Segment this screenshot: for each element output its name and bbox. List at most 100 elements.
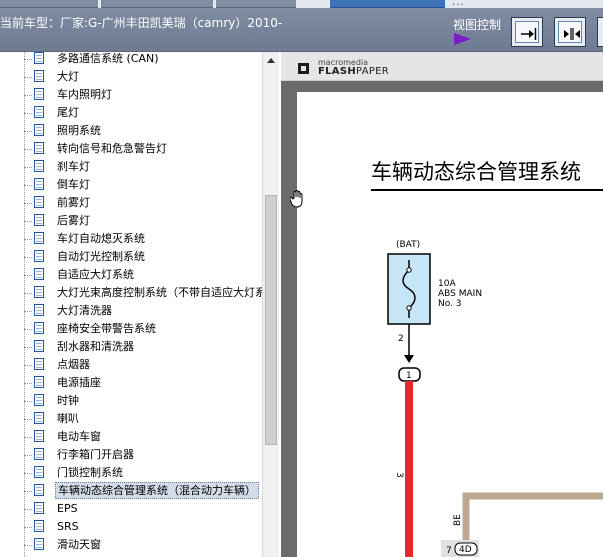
tree-connector-line [24, 311, 32, 312]
fuse-name: ABS MAIN [438, 289, 482, 299]
more-view-button[interactable] [597, 17, 603, 47]
tree-item[interactable]: 自适应大灯系统 [24, 266, 274, 284]
tree-item-selected[interactable]: 车辆动态综合管理系统（混合动力车辆） [24, 482, 274, 500]
tree-item-label: 照明系统 [57, 124, 101, 137]
tree-item[interactable]: 滑动天窗 [24, 536, 274, 554]
tree-item[interactable]: 喇叭 [24, 410, 274, 428]
tree-item-label: 滑动天窗 [57, 538, 101, 551]
brand-paper: PAPER [356, 66, 390, 77]
tree-item[interactable]: EPS [24, 500, 274, 518]
bottom-pin-label: 7 [446, 546, 452, 556]
tree-item[interactable]: SRS [24, 518, 274, 536]
tree-connector-line [24, 383, 32, 384]
document-icon [34, 232, 44, 244]
tree-item[interactable]: 多路通信系统 (CAN) [24, 52, 274, 68]
document-icon [34, 142, 44, 154]
top-tab-2[interactable] [101, 0, 213, 8]
document-icon [34, 448, 44, 460]
document-icon [34, 160, 44, 172]
tree-item[interactable]: 尾灯 [24, 104, 274, 122]
document-icon [34, 502, 44, 514]
tree-connector-line [24, 131, 32, 132]
tree-item-label: 大灯光束高度控制系统（不带自适应大灯系 [57, 286, 266, 299]
tree-item[interactable]: 车灯自动熄灭系统 [24, 230, 274, 248]
tree-item-label: EPS [57, 502, 78, 515]
tree-scrollbar[interactable] [262, 52, 279, 557]
flashpaper-toolbar: macromedia FLASHPAPER [281, 52, 603, 81]
wire-color-label: BE [453, 514, 463, 526]
fuse-rating: 10A [438, 279, 456, 289]
document-page[interactable]: 车辆动态综合管理系统 (BAT) 10A ABS MAIN No. 3 2 1 … [297, 92, 603, 557]
tree-connector-line [24, 401, 32, 402]
document-icon [34, 268, 44, 280]
wiring-diagram-tree: 多路通信系统 (CAN) 大灯车内照明灯 尾灯照明系统转向信号和危急警告灯 刹车灯倒车… [0, 52, 280, 557]
tree-item[interactable]: 后雾灯 [24, 212, 274, 230]
tree-connector-line [24, 527, 32, 528]
document-icon [34, 376, 44, 388]
tree-connector-line [24, 203, 32, 204]
tree-item[interactable]: 座椅安全带警告系统 [24, 320, 274, 338]
tree-item[interactable]: 行李箱门开启器 [24, 446, 274, 464]
tree-connector-line [24, 347, 32, 348]
tree-item-label: 刮水器和清洗器 [57, 340, 134, 353]
tree-item-label: 自动灯光控制系统 [57, 250, 145, 263]
fit-page-button[interactable] [554, 17, 586, 47]
tree-item-label: 多路通信系统 (CAN) [57, 52, 159, 65]
scroll-up-arrow-icon[interactable] [263, 52, 279, 68]
tree-connector-line [24, 275, 32, 276]
document-icon [34, 394, 44, 406]
tree-item[interactable]: 电源插座 [24, 374, 274, 392]
overflow-indicator[interactable]: ... [452, 0, 465, 8]
scroll-thumb[interactable] [265, 195, 277, 445]
tree-item[interactable]: 车内照明灯 [24, 86, 274, 104]
document-icon [34, 88, 44, 100]
tree-item[interactable]: 倒车灯 [24, 176, 274, 194]
tree-item[interactable]: 时钟 [24, 392, 274, 410]
tree-item[interactable]: 大灯光束高度控制系统（不带自适应大灯系 [24, 284, 274, 302]
fuse-terminal-top [406, 267, 412, 273]
tree-item[interactable]: 照明系统 [24, 122, 274, 140]
tree-item[interactable]: 大灯 [24, 68, 274, 86]
tree-connector-line [24, 545, 32, 546]
document-icon [34, 196, 44, 208]
tree-item-label: 车辆动态综合管理系统（混合动力车辆） [55, 482, 259, 499]
fuse-number: No. 3 [438, 299, 462, 309]
play-icon[interactable] [454, 33, 471, 45]
tree-connector-line [24, 365, 32, 366]
tree-connector-line [24, 455, 32, 456]
connector-pin-label: 1 [406, 371, 412, 381]
top-tab-active[interactable] [330, 0, 445, 8]
view-control-label: 视图控制 [453, 18, 502, 32]
top-tab-3[interactable] [216, 0, 296, 8]
tree-item-label: 大灯 [57, 70, 79, 83]
tree-item-label: 倒车灯 [57, 178, 90, 191]
document-viewer: macromedia FLASHPAPER 车辆动态综合管理系统 (BAT) 1… [281, 52, 603, 557]
tree-item[interactable]: 自动灯光控制系统 [24, 248, 274, 266]
tree-item[interactable]: 大灯清洗器 [24, 302, 274, 320]
tree-item[interactable]: 刹车灯 [24, 158, 274, 176]
tree-item[interactable]: 点烟器 [24, 356, 274, 374]
document-icon [34, 358, 44, 370]
tree-connector-line [24, 77, 32, 78]
bottom-connector-label: 4D [459, 545, 472, 555]
document-icon [34, 70, 44, 82]
document-icon [34, 286, 44, 298]
tree-connector-line [24, 473, 32, 474]
diagram-heading: 车辆动态综合管理系统 [371, 160, 581, 184]
document-icon [34, 340, 44, 352]
document-icon [34, 322, 44, 334]
beige-wire [462, 492, 603, 557]
hand-cursor-icon [290, 190, 303, 208]
fit-width-button[interactable] [511, 17, 543, 47]
tree-item[interactable]: 门锁控制系统 [24, 464, 274, 482]
tree-connector-line [24, 185, 32, 186]
source-label: (BAT) [396, 240, 420, 250]
document-icon [34, 520, 44, 532]
tree-item[interactable]: 转向信号和危急警告灯 [24, 140, 274, 158]
tree-connector-line [24, 221, 32, 222]
document-icon [34, 304, 44, 316]
tree-item[interactable]: 刮水器和清洗器 [24, 338, 274, 356]
tree-item[interactable]: 前雾灯 [24, 194, 274, 212]
tree-item[interactable]: 电动车窗 [24, 428, 274, 446]
top-tab-1[interactable] [0, 0, 98, 8]
